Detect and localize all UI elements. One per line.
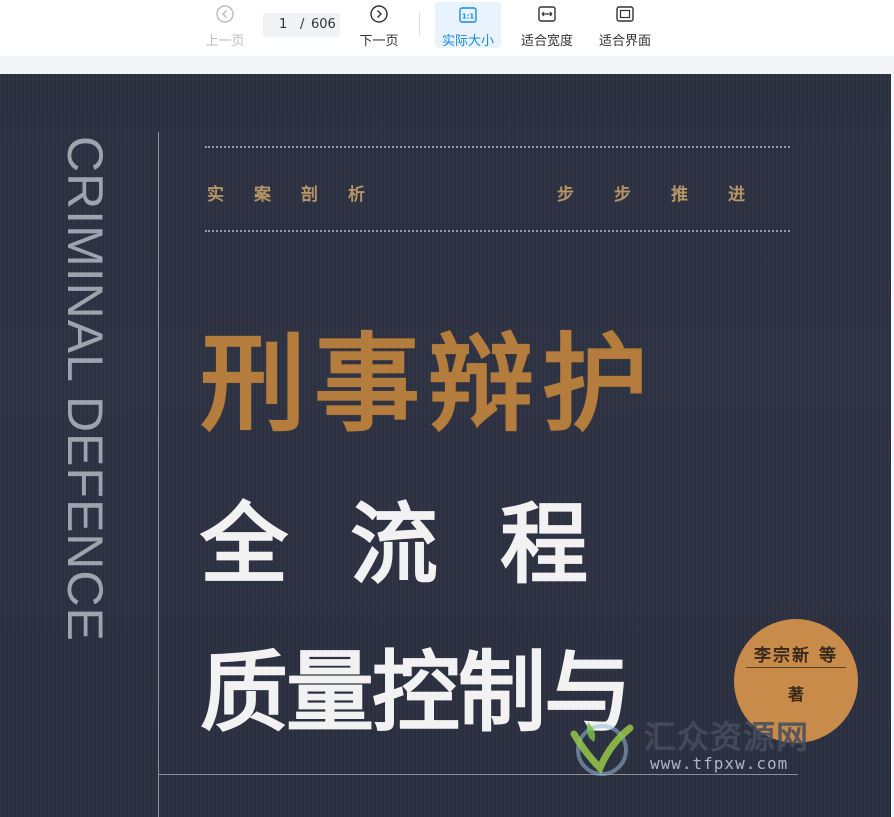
cover-vertical-rule [158, 132, 159, 817]
page-number-box[interactable]: 1 / 606 [263, 13, 340, 37]
cover-subtitle-line1: 全流程 [200, 492, 651, 596]
watermark: 汇众资源网 www.tfpxw.com [556, 708, 856, 788]
actual-size-button[interactable]: 1:1 实际大小 [435, 2, 501, 49]
cover-spine: CRIMINAL DEFENCE [56, 136, 116, 756]
current-page-input[interactable]: 1 [279, 17, 287, 32]
cover-dotted-rule-top [205, 146, 790, 148]
fit-width-label: 适合宽度 [520, 34, 573, 49]
cover-main-title: 刑事辩护 [200, 321, 656, 446]
total-pages: 606 [311, 17, 336, 32]
document-page: CRIMINAL DEFENCE 实案剖析 步步推进 刑事辩护 全流程 质量控制… [0, 74, 891, 817]
fit-page-label: 适合界面 [598, 34, 651, 49]
watermark-url: www.tfpxw.com [650, 754, 789, 773]
toolbar-divider [419, 12, 420, 36]
cover-english-title: CRIMINAL DEFENCE [57, 136, 113, 642]
chevron-right-circle-icon [370, 5, 388, 23]
author-divider [746, 667, 846, 668]
tagline-right: 步步推进 [557, 185, 785, 205]
fit-width-icon [538, 6, 556, 22]
watermark-logo-icon [570, 722, 634, 776]
one-to-one-icon-text: 1:1 [462, 13, 475, 21]
fit-width-button[interactable]: 适合宽度 [515, 0, 579, 56]
page-separator: / [300, 17, 305, 32]
chevron-left-circle-icon [216, 5, 234, 23]
watermark-name: 汇众资源网 [644, 718, 810, 756]
fit-page-button[interactable]: 适合界面 [593, 0, 657, 56]
author-role: 著 [787, 685, 804, 704]
actual-size-label: 实际大小 [441, 34, 494, 49]
one-to-one-icon: 1:1 [459, 7, 477, 23]
cover-dotted-rule-bottom [205, 230, 790, 232]
fit-page-icon [616, 6, 634, 22]
author-name: 李宗新 等 [754, 646, 838, 666]
prev-page-label: 上一页 [205, 34, 245, 49]
tagline-left: 实案剖析 [207, 185, 395, 205]
viewer-toolbar: 上一页 1 / 606 下一页 1:1 实际大小 适合宽度 适合界面 [0, 0, 894, 56]
next-page-button[interactable]: 下一页 [352, 0, 406, 56]
next-page-label: 下一页 [359, 34, 399, 49]
prev-page-button[interactable]: 上一页 [198, 0, 252, 56]
